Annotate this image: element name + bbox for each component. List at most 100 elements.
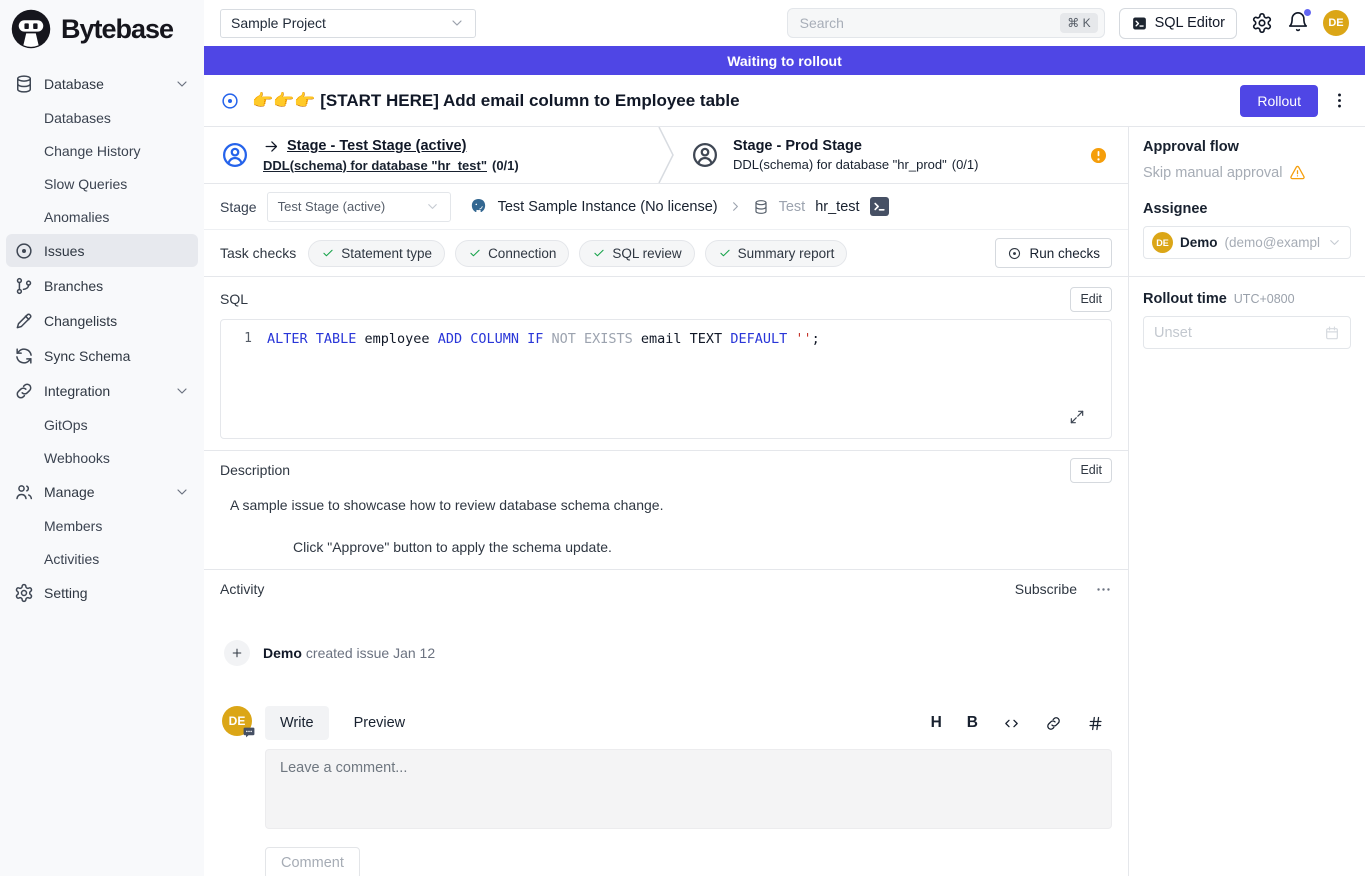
notifications-button[interactable]: [1287, 11, 1309, 36]
sidebar-item-setting[interactable]: Setting: [6, 576, 198, 609]
bold-icon[interactable]: B: [967, 714, 978, 732]
sidebar-item-changelists[interactable]: Changelists: [6, 304, 198, 337]
sidebar-item-anomalies[interactable]: Anomalies: [6, 201, 198, 232]
description-paragraph: Click "Approve" button to apply the sche…: [293, 537, 1112, 557]
task-check-statement-type[interactable]: Statement type: [308, 240, 445, 267]
stage-card-prod[interactable]: Stage - Prod Stage DDL(schema) for datab…: [674, 127, 1128, 183]
sidebar-item-activities[interactable]: Activities: [6, 543, 198, 574]
sidebar-item-label: Databases: [44, 110, 111, 126]
activity-more-icon[interactable]: [1095, 581, 1112, 598]
description-heading: Description: [220, 462, 290, 478]
run-checks-button[interactable]: Run checks: [995, 238, 1112, 268]
chevron-down-icon: [174, 383, 190, 399]
expand-editor-icon[interactable]: [1069, 409, 1085, 425]
rollout-time-label: Rollout time: [1143, 291, 1227, 307]
sidebar-item-databases[interactable]: Databases: [6, 102, 198, 133]
sidebar-item-change-history[interactable]: Change History: [6, 135, 198, 166]
rollout-time-input[interactable]: Unset: [1143, 316, 1351, 349]
issue-menu-kebab-icon[interactable]: [1330, 91, 1349, 110]
settings-gear-icon[interactable]: [1251, 12, 1273, 34]
setting-icon: [14, 583, 34, 603]
calendar-icon: [1324, 325, 1340, 341]
sidebar-item-integration[interactable]: Integration: [6, 374, 198, 407]
sidebar-item-label: Activities: [44, 551, 99, 567]
assignee-select[interactable]: DE Demo (demo@example: [1143, 226, 1351, 259]
search-input[interactable]: [798, 14, 1053, 32]
stage-person-icon: [220, 140, 250, 170]
database-link[interactable]: hr_test: [815, 199, 859, 215]
sidebar-item-gitops[interactable]: GitOps: [6, 409, 198, 440]
brand-name: Bytebase: [61, 14, 173, 45]
stage-cards: Stage - Test Stage (active) DDL(schema) …: [204, 127, 1128, 184]
issue-side-panel: Approval flow Skip manual approval Assig…: [1128, 127, 1365, 876]
assignee-name: Demo: [1180, 235, 1218, 250]
task-check-summary-report[interactable]: Summary report: [705, 240, 848, 267]
issue-title: 👉👉👉 [START HERE] Add email column to Emp…: [252, 91, 1228, 111]
stage-select-value: Test Stage (active): [278, 199, 386, 214]
sidebar-item-label: Anomalies: [44, 209, 109, 225]
stage-card-lines: Stage - Prod Stage DDL(schema) for datab…: [733, 138, 978, 172]
project-select[interactable]: Sample Project: [220, 9, 476, 38]
sidebar-item-database[interactable]: Database: [6, 67, 198, 100]
rollout-button[interactable]: Rollout: [1240, 85, 1318, 117]
content-row: Stage - Test Stage (active) DDL(schema) …: [204, 127, 1365, 876]
subscribe-button[interactable]: Subscribe: [1015, 581, 1077, 597]
sidebar-item-members[interactable]: Members: [6, 510, 198, 541]
sidebar-item-label: Change History: [44, 143, 141, 159]
postgres-icon: [469, 197, 488, 216]
open-sql-editor-badge[interactable]: [870, 197, 889, 216]
heading-icon[interactable]: H: [931, 714, 942, 732]
sidebar: Bytebase Database Databases Change History…: [0, 0, 204, 876]
stage-warning-icon: [1089, 146, 1108, 165]
description-edit-button[interactable]: Edit: [1070, 458, 1112, 483]
assignee-email: (demo@example: [1225, 235, 1320, 250]
sidebar-item-webhooks[interactable]: Webhooks: [6, 442, 198, 473]
sidebar-item-issues[interactable]: Issues: [6, 234, 198, 267]
user-avatar[interactable]: DE: [1323, 10, 1349, 36]
comment-tabs: Write Preview: [265, 706, 420, 740]
sql-editor-button[interactable]: SQL Editor: [1119, 8, 1237, 39]
instance-link[interactable]: Test Sample Instance (No license): [498, 199, 718, 215]
task-check-label: Connection: [488, 246, 556, 261]
task-check-label: Summary report: [738, 246, 835, 261]
sidebar-item-label: Branches: [44, 278, 103, 294]
activity-event: Democreated issue Jan 12: [220, 640, 1112, 666]
comment-button[interactable]: Comment: [265, 847, 360, 876]
hash-icon[interactable]: [1087, 715, 1104, 732]
panel-divider: [1129, 276, 1365, 277]
event-text: Democreated issue Jan 12: [263, 645, 435, 661]
chevron-down-icon: [425, 199, 440, 214]
database-icon: [14, 74, 34, 94]
sidebar-item-manage[interactable]: Manage: [6, 475, 198, 508]
sidebar-item-branches[interactable]: Branches: [6, 269, 198, 302]
app-root: Bytebase Database Databases Change History…: [0, 0, 1365, 876]
link-icon[interactable]: [1045, 715, 1062, 732]
stage-task-link[interactable]: DDL(schema) for database "hr_test": [263, 158, 487, 173]
sidebar-item-label: Database: [44, 76, 104, 92]
logo[interactable]: Bytebase: [0, 0, 204, 54]
description-body: A sample issue to showcase how to review…: [220, 495, 1112, 557]
task-check-connection[interactable]: Connection: [455, 240, 569, 267]
task-checks-row: Task checks Statement typeConnectionSQL …: [204, 230, 1128, 277]
sql-editor[interactable]: 1 ALTER TABLE employee ADD COLUMN IF NOT…: [220, 319, 1112, 439]
stage-card-test[interactable]: Stage - Test Stage (active) DDL(schema) …: [204, 127, 658, 183]
sidebar-item-slow-queries[interactable]: Slow Queries: [6, 168, 198, 199]
task-check-label: SQL review: [612, 246, 681, 261]
main-area: Sample Project ⌘ K SQL Editor DE: [204, 0, 1365, 876]
issue-header: 👉👉👉 [START HERE] Add email column to Emp…: [204, 75, 1365, 127]
terminal-mini-icon: [873, 200, 886, 213]
warning-triangle-icon: [1289, 164, 1306, 181]
sidebar-item-sync-schema[interactable]: Sync Schema: [6, 339, 198, 372]
stage-select[interactable]: Test Stage (active): [267, 192, 451, 222]
tab-preview[interactable]: Preview: [339, 706, 421, 740]
code-icon[interactable]: [1003, 715, 1020, 732]
tab-write[interactable]: Write: [265, 706, 329, 740]
comment-input[interactable]: [265, 749, 1112, 829]
sidebar-item-label: Integration: [44, 383, 110, 399]
changelist-icon: [14, 311, 34, 331]
sql-edit-button[interactable]: Edit: [1070, 287, 1112, 312]
stage-label: Stage: [220, 199, 257, 215]
task-check-sql-review[interactable]: SQL review: [579, 240, 694, 267]
check-icon: [321, 246, 335, 260]
search-box[interactable]: ⌘ K: [787, 8, 1105, 38]
